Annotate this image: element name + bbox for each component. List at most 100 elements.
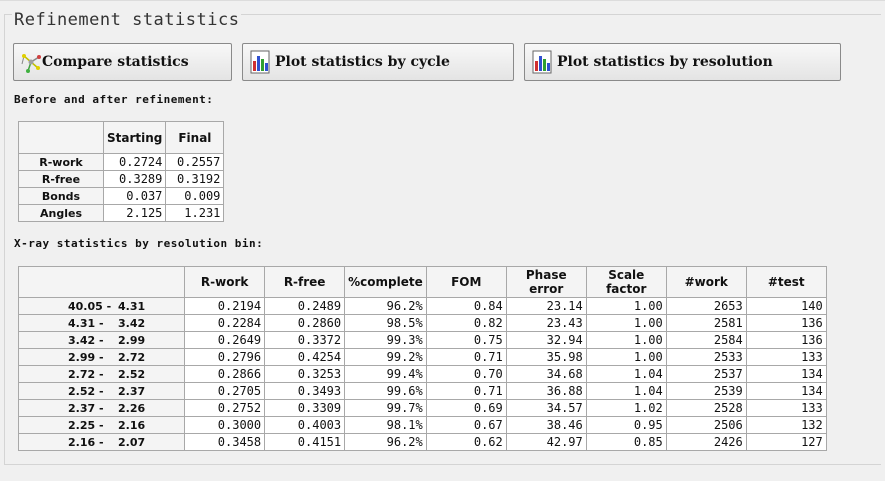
plot-by-cycle-button[interactable]: Plot statistics by cycle xyxy=(242,43,514,81)
work-count-value: 2539 xyxy=(665,382,747,400)
r-free-value: 0.3372 xyxy=(264,331,346,349)
table-row: 2.37 - 2.26 0.2752 0.3309 99.7% 0.69 34.57 1.02… xyxy=(17,399,827,417)
work-count-value: 2528 xyxy=(665,399,747,417)
fom-value: 0.67 xyxy=(425,416,507,434)
resolution-bin-header: 2.72 - 2.52 xyxy=(17,365,186,383)
work-count-value: 2426 xyxy=(665,433,747,451)
table-row: 2.25 - 2.16 0.3000 0.4003 98.1% 0.67 38.46 0.95… xyxy=(17,416,827,434)
table-row: Angles 2.125 1.231 xyxy=(18,204,225,222)
resolution-bin-header: 2.52 - 2.37 xyxy=(17,382,186,400)
table-row: 2.99 - 2.72 0.2796 0.4254 99.2% 0.71 35.98 1.00… xyxy=(17,348,827,366)
compare-statistics-button[interactable]: Compare statistics xyxy=(13,43,232,81)
plot-by-resolution-button[interactable]: Plot statistics by resolution xyxy=(524,43,841,81)
final-value: 0.009 xyxy=(165,187,225,205)
complete-value: 99.4% xyxy=(344,365,427,383)
bin-low: 3.42 - xyxy=(68,333,104,347)
xray-table-body: 40.05 -4.31 0.2194 0.2489 96.2% 0.84 23.14 1.0… xyxy=(17,297,827,451)
bin-high: 2.26 xyxy=(118,401,146,415)
r-work-value: 0.2649 xyxy=(184,331,266,349)
phase-error-value: 42.97 xyxy=(505,433,587,451)
scale-factor-value: 1.00 xyxy=(585,314,667,332)
phase-error-value: 34.68 xyxy=(505,365,587,383)
r-work-value: 0.2752 xyxy=(184,399,266,417)
table-row: 2.52 - 2.37 0.2705 0.3493 99.6% 0.71 36.88 1.04… xyxy=(17,382,827,400)
r-work-value: 0.3000 xyxy=(184,416,266,434)
column-header: Final xyxy=(165,121,225,154)
bin-low: 2.72 - xyxy=(68,367,104,381)
bin-low: 2.16 - xyxy=(68,435,104,449)
complete-value: 96.2% xyxy=(344,297,427,315)
resolution-bin-header: 2.99 - 2.72 xyxy=(17,348,186,366)
work-count-value: 2584 xyxy=(665,331,747,349)
column-header: #work xyxy=(665,266,747,298)
row-header: R-work xyxy=(18,153,104,171)
table-row: R-free 0.3289 0.3192 xyxy=(18,170,225,188)
table-row: 2.16 - 2.07 0.3458 0.4151 96.2% 0.62 42.97 0.85… xyxy=(17,433,827,451)
column-header: Scale factor xyxy=(585,266,667,298)
test-count-value: 136 xyxy=(745,314,827,332)
bin-low: 40.05 - xyxy=(68,299,112,313)
bin-high: 3.42 xyxy=(118,316,146,330)
r-work-value: 0.2194 xyxy=(184,297,266,315)
complete-value: 98.5% xyxy=(344,314,427,332)
complete-value: 96.2% xyxy=(344,433,427,451)
test-count-value: 134 xyxy=(745,382,827,400)
bar-chart-icon xyxy=(250,50,270,74)
complete-value: 99.2% xyxy=(344,348,427,366)
resolution-bin-header: 4.31 - 3.42 xyxy=(17,314,186,332)
compare-statistics-label: Compare statistics xyxy=(42,54,189,70)
complete-value: 99.3% xyxy=(344,331,427,349)
plot-by-cycle-label: Plot statistics by cycle xyxy=(275,54,450,70)
molecule-icon xyxy=(21,54,41,73)
starting-value: 2.125 xyxy=(102,204,167,222)
bin-low: 2.37 - xyxy=(68,401,104,415)
table-header-row: Starting Final xyxy=(18,121,225,154)
phase-error-value: 23.14 xyxy=(505,297,587,315)
scale-factor-value: 1.00 xyxy=(585,331,667,349)
complete-value: 98.1% xyxy=(344,416,427,434)
fom-value: 0.82 xyxy=(425,314,507,332)
r-work-value: 0.3458 xyxy=(184,433,266,451)
resolution-bin-header: 40.05 - 4.31 xyxy=(17,297,186,315)
plot-by-resolution-label: Plot statistics by resolution xyxy=(557,54,773,70)
table-row: R-work 0.2724 0.2557 xyxy=(18,153,225,171)
bin-high: 2.99 xyxy=(118,333,146,347)
complete-value: 99.7% xyxy=(344,399,427,417)
table-header-row: R-work R-free %complete FOM Phase error … xyxy=(17,266,827,298)
test-count-value: 132 xyxy=(745,416,827,434)
table-row: Bonds 0.037 0.009 xyxy=(18,187,225,205)
work-count-value: 2506 xyxy=(665,416,747,434)
scale-factor-value: 0.85 xyxy=(585,433,667,451)
scale-factor-value: 1.02 xyxy=(585,399,667,417)
scale-factor-value: 1.00 xyxy=(585,348,667,366)
column-header: %complete xyxy=(344,266,427,298)
final-value: 1.231 xyxy=(165,204,225,222)
bin-high: 2.72 xyxy=(118,350,146,364)
bin-high: 4.31 xyxy=(118,299,146,313)
work-count-value: 2537 xyxy=(665,365,747,383)
test-count-value: 133 xyxy=(745,348,827,366)
bin-high: 2.52 xyxy=(118,367,146,381)
resolution-bin-header: 2.37 - 2.26 xyxy=(17,399,186,417)
work-count-value: 2533 xyxy=(665,348,747,366)
phase-error-value: 23.43 xyxy=(505,314,587,332)
work-count-value: 2653 xyxy=(665,297,747,315)
scale-factor-value: 1.00 xyxy=(585,297,667,315)
r-free-value: 0.3493 xyxy=(264,382,346,400)
test-count-value: 134 xyxy=(745,365,827,383)
test-count-value: 136 xyxy=(745,331,827,349)
phase-error-value: 32.94 xyxy=(505,331,587,349)
before-after-label: Before and after refinement: xyxy=(14,93,214,106)
final-value: 0.3192 xyxy=(165,170,225,188)
bin-low: 2.99 - xyxy=(68,350,104,364)
scale-factor-value: 1.04 xyxy=(585,382,667,400)
before-after-table: Starting Final R-work 0.2724 0.2557 R-fr… xyxy=(18,121,225,222)
work-count-value: 2581 xyxy=(665,314,747,332)
resolution-bin-header: 2.16 - 2.07 xyxy=(17,433,186,451)
table-row: 2.72 - 2.52 0.2866 0.3253 99.4% 0.70 34.68 1.04… xyxy=(17,365,827,383)
resolution-bin-header: 3.42 - 2.99 xyxy=(17,331,186,349)
bin-high: 2.16 xyxy=(118,418,146,432)
r-free-value: 0.4151 xyxy=(264,433,346,451)
fom-value: 0.62 xyxy=(425,433,507,451)
final-value: 0.2557 xyxy=(165,153,225,171)
